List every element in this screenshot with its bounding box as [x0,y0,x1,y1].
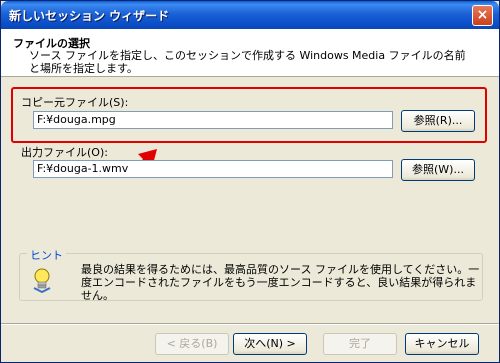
source-file-input[interactable]: F:¥douga.mpg [33,111,393,129]
output-browse-button[interactable]: 参照(W)... [401,159,475,181]
wizard-header: ファイルの選択 ソース ファイルを指定し、このセッションで作成する Window… [1,29,499,77]
wizard-window: 新しいセッション ウィザード × ファイルの選択 ソース ファイルを指定し、この… [0,0,500,363]
button-separator [1,323,499,325]
hint-text: 最良の結果を得るためには、最高品質のソース ファイルを使用してください。一度エン… [81,263,480,302]
hint-label: ヒント [27,247,66,263]
close-button[interactable]: × [472,5,493,26]
title-bar[interactable]: 新しいセッション ウィザード × [1,1,499,29]
source-browse-button[interactable]: 参照(R)... [401,110,475,132]
window-title: 新しいセッション ウィザード [9,9,170,23]
back-button[interactable]: < 戻る(B) [155,333,229,355]
page-description: ソース ファイルを指定し、このセッションで作成する Windows Media … [29,49,466,75]
output-file-label: 出力ファイル(O): [21,146,108,159]
output-file-input[interactable]: F:¥douga-1.wmv [33,160,393,178]
next-button[interactable]: 次へ(N) > [233,333,307,355]
finish-button[interactable]: 完了 [323,333,397,355]
lightbulb-icon [33,268,51,293]
source-file-label: コピー元ファイル(S): [21,96,129,109]
cancel-button[interactable]: キャンセル [405,333,479,355]
